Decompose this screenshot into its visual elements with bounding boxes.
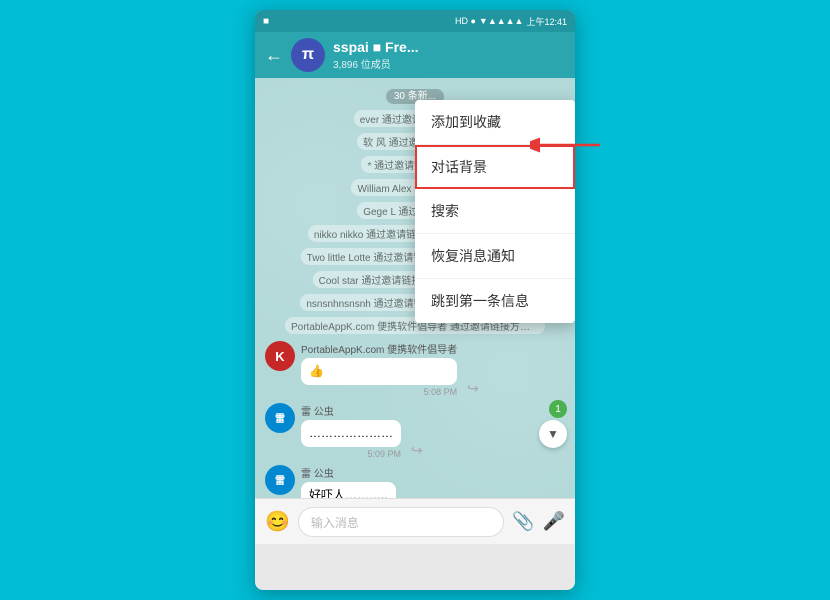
scroll-down-button[interactable]: ▼	[539, 420, 567, 448]
msg-time-1: 5:08 PM	[301, 387, 457, 397]
msg-avatar-1: K	[265, 341, 295, 371]
voice-button[interactable]: 🎤	[543, 511, 565, 532]
msg-avatar-2: 雷	[265, 403, 295, 433]
status-hd: HD ●	[455, 16, 476, 26]
emoji-button[interactable]: 😊	[265, 509, 290, 534]
attach-button[interactable]: 📎	[512, 511, 534, 532]
msg-content-2: 雷 公虫 ………………… 5:09 PM	[301, 403, 401, 459]
message-row-2: 雷 雷 公虫 ………………… 5:09 PM ↪	[265, 403, 565, 459]
phone-container: ■ HD ● ▼▲▲▲▲ 上午12:41 ← π sspai ■ Fre... …	[255, 10, 575, 590]
menu-item-search[interactable]: 搜索	[415, 189, 575, 234]
message-row-3: 雷 雷 公虫 好吓人……….. 5:09 PM ↪	[265, 465, 565, 498]
arrow-svg	[530, 130, 610, 160]
message-input[interactable]: 输入消息	[298, 507, 504, 537]
status-time: 上午12:41	[526, 15, 567, 28]
msg-sender-1: PortableAppK.com 便携软件倡导者	[301, 341, 457, 356]
chat-title: sspai ■ Fre...	[333, 39, 565, 56]
forward-btn-1[interactable]: ↪	[467, 380, 479, 397]
chat-subtitle: 3,896 位成员	[333, 56, 565, 71]
menu-item-restore-notifications[interactable]: 恢复消息通知	[415, 234, 575, 279]
status-icons: HD ● ▼▲▲▲▲ 上午12:41	[455, 15, 567, 28]
chat-area: 30 条新... ever 通过邀请链接接方... 软 风 通过邀请链接方...…	[255, 78, 575, 498]
msg-sender-3: 雷 公虫	[301, 465, 396, 480]
msg-sender-2: 雷 公虫	[301, 403, 401, 418]
msg-bubble-3: 好吓人………..	[301, 482, 396, 498]
avatar-text: π	[302, 46, 314, 64]
header-info: sspai ■ Fre... 3,896 位成员	[333, 39, 565, 71]
status-left-icon: ■	[263, 16, 269, 27]
msg-bubble-2: …………………	[301, 420, 401, 447]
msg-content-1: PortableAppK.com 便携软件倡导者 👍 5:08 PM	[301, 341, 457, 397]
header-avatar: π	[291, 38, 325, 72]
arrow-annotation	[530, 130, 610, 165]
forward-btn-2[interactable]: ↪	[411, 442, 423, 459]
chat-header: ← π sspai ■ Fre... 3,896 位成员	[255, 32, 575, 78]
back-button[interactable]: ←	[265, 45, 283, 66]
input-placeholder: 输入消息	[311, 516, 359, 530]
msg-time-2: 5:09 PM	[301, 449, 401, 459]
unread-badge: 1	[549, 400, 567, 418]
status-signal: ▼▲▲▲▲	[479, 16, 524, 26]
status-bar: ■ HD ● ▼▲▲▲▲ 上午12:41	[255, 10, 575, 32]
msg-bubble-1: 👍	[301, 358, 457, 385]
msg-content-3: 雷 公虫 好吓人……….. 5:09 PM	[301, 465, 396, 498]
chat-messages: K PortableAppK.com 便携软件倡导者 👍 5:08 PM ↪ 雷…	[265, 341, 565, 498]
chat-input-bar: 😊 输入消息 📎 🎤	[255, 498, 575, 544]
message-row-1: K PortableAppK.com 便携软件倡导者 👍 5:08 PM ↪	[265, 341, 565, 397]
msg-avatar-3: 雷	[265, 465, 295, 495]
menu-item-jump-to-first[interactable]: 跳到第一条信息	[415, 279, 575, 323]
